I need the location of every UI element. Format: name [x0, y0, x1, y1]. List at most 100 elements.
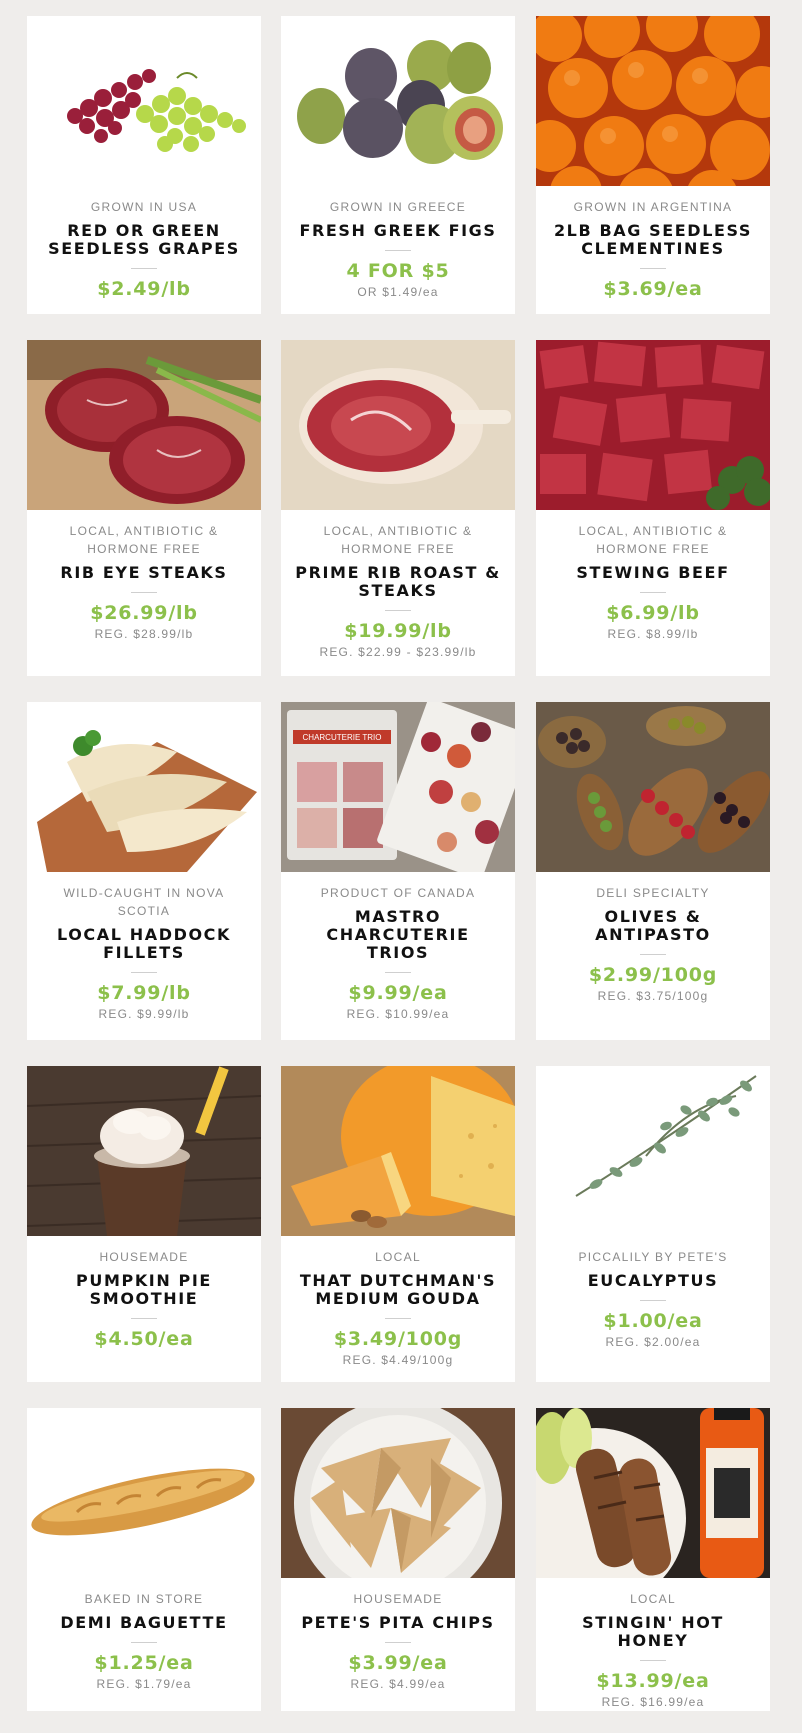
product-price: $3.99/ea: [348, 1652, 448, 1674]
product-origin: WILD-CAUGHT IN NOVA SCOTIA: [63, 886, 225, 918]
product-origin: LOCAL, ANTIBIOTIC & HORMONE FREE: [69, 524, 219, 556]
divider: [640, 1300, 666, 1301]
product-name: MASTRO CHARCUTERIE TRIOS: [326, 907, 470, 962]
olives-image: [536, 702, 770, 872]
product-origin: LOCAL, ANTIBIOTIC & HORMONE FREE: [578, 524, 728, 556]
haddock-image: [27, 702, 261, 872]
product-card-hot-honey[interactable]: LOCAL STINGIN' HOT HONEY $13.99/ea REG. …: [536, 1408, 770, 1711]
divider: [385, 1642, 411, 1643]
product-regular-price: REG. $22.99 - $23.99/lb: [319, 645, 477, 659]
product-origin: HOUSEMADE: [99, 1250, 189, 1264]
product-regular-price: REG. $1.79/ea: [96, 1677, 192, 1691]
product-card-grapes[interactable]: GROWN IN USA RED OR GREEN SEEDLESS GRAPE…: [27, 16, 261, 314]
product-price: $6.99/lb: [606, 602, 700, 624]
product-regular-price: REG. $28.99/lb: [94, 627, 194, 641]
product-name: THAT DUTCHMAN'S MEDIUM GOUDA: [299, 1271, 497, 1308]
product-card-baguette[interactable]: BAKED IN STORE DEMI BAGUETTE $1.25/ea RE…: [27, 1408, 261, 1711]
product-regular-price: REG. $10.99/ea: [346, 1007, 450, 1021]
product-price: $2.49/lb: [97, 278, 191, 300]
product-name: STEWING BEEF: [576, 563, 730, 582]
product-name: PUMPKIN PIE SMOOTHIE: [76, 1271, 212, 1308]
product-regular-price: REG. $8.99/lb: [607, 627, 699, 641]
product-card-figs[interactable]: GROWN IN GREECE FRESH GREEK FIGS 4 FOR $…: [281, 16, 515, 314]
product-regular-price: REG. $9.99/lb: [98, 1007, 190, 1021]
figs-image: [281, 16, 515, 186]
product-price: $1.25/ea: [94, 1652, 194, 1674]
product-card-haddock[interactable]: WILD-CAUGHT IN NOVA SCOTIA LOCAL HADDOCK…: [27, 702, 261, 1040]
product-card-ribeye[interactable]: LOCAL, ANTIBIOTIC & HORMONE FREE RIB EYE…: [27, 340, 261, 676]
product-card-pita-chips[interactable]: HOUSEMADE PETE'S PITA CHIPS $3.99/ea REG…: [281, 1408, 515, 1711]
product-origin: GROWN IN ARGENTINA: [573, 200, 733, 214]
product-card-gouda[interactable]: LOCAL THAT DUTCHMAN'S MEDIUM GOUDA $3.49…: [281, 1066, 515, 1382]
product-price: $9.99/ea: [348, 982, 448, 1004]
clementines-image: [536, 16, 770, 186]
product-card-eucalyptus[interactable]: PICCALILY BY PETE'S EUCALYPTUS $1.00/ea …: [536, 1066, 770, 1382]
product-card-stewing-beef[interactable]: LOCAL, ANTIBIOTIC & HORMONE FREE STEWING…: [536, 340, 770, 676]
divider: [131, 972, 157, 973]
pita-chips-image: [281, 1408, 515, 1578]
divider: [640, 954, 666, 955]
smoothie-image: [27, 1066, 261, 1236]
product-origin: LOCAL, ANTIBIOTIC & HORMONE FREE: [323, 524, 473, 556]
product-price: $4.50/ea: [94, 1328, 194, 1350]
eucalyptus-image: [536, 1066, 770, 1236]
product-name: PRIME RIB ROAST & STEAKS: [295, 563, 501, 600]
divider: [640, 592, 666, 593]
product-name: RED OR GREEN SEEDLESS GRAPES: [48, 221, 240, 258]
product-card-prime-rib[interactable]: LOCAL, ANTIBIOTIC & HORMONE FREE PRIME R…: [281, 340, 515, 676]
divider: [131, 1318, 157, 1319]
product-card-olives[interactable]: DELI SPECIALTY OLIVES & ANTIPASTO $2.99/…: [536, 702, 770, 1040]
product-card-charcuterie[interactable]: CHARCUTERIE TRIO PRODUCT OF CANADA MASTR…: [281, 702, 515, 1040]
product-origin: LOCAL: [375, 1250, 421, 1264]
divider: [640, 268, 666, 269]
divider: [385, 972, 411, 973]
product-origin: HOUSEMADE: [353, 1592, 443, 1606]
product-regular-price: OR $1.49/ea: [357, 285, 439, 299]
product-price: $3.69/ea: [603, 278, 703, 300]
product-price: $3.49/100g: [333, 1328, 463, 1350]
product-card-smoothie[interactable]: HOUSEMADE PUMPKIN PIE SMOOTHIE $4.50/ea: [27, 1066, 261, 1382]
product-origin: PICCALILY BY PETE'S: [578, 1250, 728, 1264]
product-price: $2.99/100g: [588, 964, 718, 986]
product-price: $19.99/lb: [344, 620, 452, 642]
product-name: 2LB BAG SEEDLESS CLEMENTINES: [553, 221, 753, 258]
divider: [131, 592, 157, 593]
grapes-image: [27, 16, 261, 186]
divider: [131, 1642, 157, 1643]
product-name: FRESH GREEK FIGS: [299, 221, 497, 240]
product-regular-price: REG. $3.75/100g: [597, 989, 709, 1003]
hot-honey-image: [536, 1408, 770, 1578]
stewing-beef-image: [536, 340, 770, 510]
product-price: $1.00/ea: [603, 1310, 703, 1332]
divider: [385, 250, 411, 251]
product-name: RIB EYE STEAKS: [60, 563, 228, 582]
product-name: PETE'S PITA CHIPS: [301, 1613, 495, 1632]
product-name: EUCALYPTUS: [587, 1271, 719, 1290]
package-label: CHARCUTERIE TRIO: [303, 733, 382, 742]
product-regular-price: REG. $16.99/ea: [601, 1695, 705, 1709]
divider: [131, 268, 157, 269]
product-origin: DELI SPECIALTY: [596, 886, 710, 900]
product-price: 4 FOR $5: [346, 260, 450, 282]
product-card-clementines[interactable]: GROWN IN ARGENTINA 2LB BAG SEEDLESS CLEM…: [536, 16, 770, 314]
product-regular-price: REG. $4.99/ea: [350, 1677, 446, 1691]
product-name: LOCAL HADDOCK FILLETS: [57, 925, 231, 962]
gouda-image: [281, 1066, 515, 1236]
product-price: $26.99/lb: [90, 602, 198, 624]
product-origin: BAKED IN STORE: [84, 1592, 204, 1606]
product-regular-price: REG. $4.49/100g: [342, 1353, 454, 1367]
product-name: DEMI BAGUETTE: [60, 1613, 228, 1632]
product-name: OLIVES & ANTIPASTO: [595, 907, 711, 944]
product-origin: LOCAL: [630, 1592, 676, 1606]
product-price: $13.99/ea: [596, 1670, 710, 1692]
ribeye-image: [27, 340, 261, 510]
product-origin: GROWN IN GREECE: [329, 200, 467, 214]
product-name: STINGIN' HOT HONEY: [582, 1613, 724, 1650]
divider: [385, 1318, 411, 1319]
product-origin: GROWN IN USA: [90, 200, 198, 214]
divider: [385, 610, 411, 611]
product-regular-price: REG. $2.00/ea: [605, 1335, 701, 1349]
prime-rib-image: [281, 340, 515, 510]
product-origin: PRODUCT OF CANADA: [320, 886, 476, 900]
product-price: $7.99/lb: [97, 982, 191, 1004]
